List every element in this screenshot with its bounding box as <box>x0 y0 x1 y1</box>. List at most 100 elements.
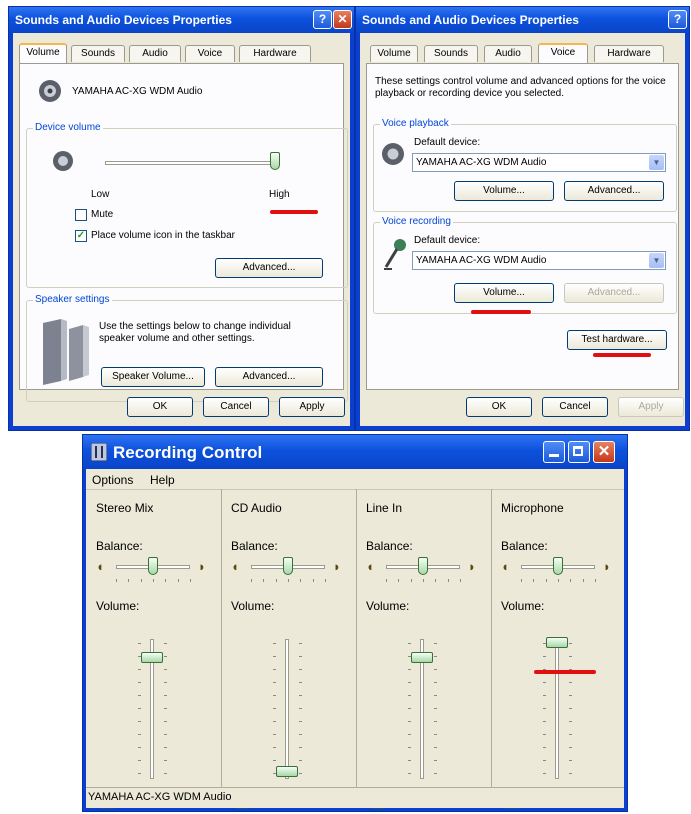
tab-audio[interactable]: Audio <box>129 45 181 62</box>
mute-label: Mute <box>91 209 114 220</box>
slider-tick <box>582 579 584 582</box>
menu-options[interactable]: Options <box>92 473 133 487</box>
help-button[interactable]: ? <box>313 10 332 29</box>
slider-tick <box>273 734 276 735</box>
recording-device-select[interactable]: YAMAHA AC-XG WDM Audio ▼ <box>412 251 666 270</box>
slider-tick <box>164 682 167 683</box>
title-bar[interactable]: Recording Control ✕ <box>83 435 627 469</box>
slider-tick <box>569 734 572 735</box>
apply-button[interactable]: Apply <box>279 397 345 417</box>
tab-volume[interactable]: Volume <box>370 45 418 62</box>
slider-tick <box>434 721 437 722</box>
default-device-label: Default device: <box>414 235 481 246</box>
tab-volume[interactable]: Volume <box>19 43 67 63</box>
highlight-underline <box>593 353 651 357</box>
slider-tick <box>543 708 546 709</box>
channel-name: CD Audio <box>231 501 282 515</box>
test-hardware-button[interactable]: Test hardware... <box>567 330 667 350</box>
slider-tick <box>138 669 141 670</box>
speaker-volume-button[interactable]: Speaker Volume... <box>101 367 205 387</box>
speaker-left-icon: ◖ <box>501 559 509 574</box>
slider-tick <box>569 708 572 709</box>
tab-audio[interactable]: Audio <box>484 45 532 62</box>
title-bar[interactable]: Sounds and Audio Devices Properties ? <box>356 7 689 33</box>
window-title: Sounds and Audio Devices Properties <box>362 13 579 27</box>
speaker-advanced-button[interactable]: Advanced... <box>215 367 323 387</box>
help-button[interactable]: ? <box>668 10 687 29</box>
slider-tick <box>251 579 252 582</box>
advanced-button[interactable]: Advanced... <box>215 258 323 278</box>
balance-slider-thumb[interactable] <box>283 557 293 575</box>
mute-checkbox[interactable] <box>75 209 87 221</box>
ok-button[interactable]: OK <box>127 397 193 417</box>
slider-tick <box>300 579 302 582</box>
chevron-down-icon[interactable]: ▼ <box>649 253 664 268</box>
taskbar-icon-checkbox[interactable]: ✓ <box>75 230 87 242</box>
recording-volume-button[interactable]: Volume... <box>454 283 554 303</box>
slider-tick <box>138 682 141 683</box>
slider-tick <box>543 656 546 657</box>
minimize-button[interactable] <box>543 441 565 463</box>
volume-low-label: Low <box>91 189 110 200</box>
slider-tick <box>434 760 437 761</box>
slider-tick <box>408 747 411 748</box>
balance-slider-thumb[interactable] <box>148 557 158 575</box>
tab-hardware[interactable]: Hardware <box>239 45 311 62</box>
playback-advanced-button[interactable]: Advanced... <box>564 181 664 201</box>
menu-help[interactable]: Help <box>150 473 175 487</box>
slider-tick <box>299 773 302 774</box>
speaker-icon <box>382 143 404 165</box>
close-button[interactable]: ✕ <box>333 10 352 29</box>
mixer-icon <box>91 443 107 461</box>
close-button[interactable]: ✕ <box>593 441 615 463</box>
volume-slider-thumb[interactable] <box>411 652 433 664</box>
slider-tick <box>164 669 167 670</box>
tab-panel-voice: These settings control volume and advanc… <box>366 63 679 390</box>
slider-tick <box>164 760 167 761</box>
slider-tick <box>164 643 167 644</box>
maximize-button[interactable] <box>568 441 590 463</box>
chevron-down-icon[interactable]: ▼ <box>649 155 664 170</box>
balance-slider-thumb[interactable] <box>553 557 563 575</box>
slider-tick <box>434 708 437 709</box>
device-volume-slider[interactable] <box>105 149 280 179</box>
volume-slider-thumb[interactable] <box>276 766 298 777</box>
slider-tick <box>140 579 142 582</box>
slider-tick <box>177 579 179 582</box>
mixer-column: Line InBalance:◖◗Volume:Select <box>356 489 492 809</box>
cancel-button[interactable]: Cancel <box>203 397 269 417</box>
slider-tick <box>569 760 572 761</box>
slider-tick <box>408 760 411 761</box>
recording-advanced-button[interactable]: Advanced... <box>564 283 664 303</box>
slider-tick <box>299 721 302 722</box>
tab-voice[interactable]: Voice <box>538 43 588 63</box>
recording-control-window: Recording Control ✕ Options Help Stereo … <box>82 434 628 812</box>
volume-label: Volume: <box>501 599 545 613</box>
tab-sounds[interactable]: Sounds <box>71 45 125 62</box>
title-bar[interactable]: Sounds and Audio Devices Properties ? ✕ <box>9 7 354 33</box>
tab-hardware[interactable]: Hardware <box>594 45 664 62</box>
volume-slider-thumb[interactable] <box>141 652 163 664</box>
tab-sounds[interactable]: Sounds <box>424 45 478 62</box>
slider-tick <box>398 579 400 582</box>
volume-label: Volume: <box>231 599 275 613</box>
slider-tick <box>138 721 141 722</box>
slider-thumb[interactable] <box>270 152 280 170</box>
volume-slider-thumb[interactable] <box>546 637 568 648</box>
ok-button[interactable]: OK <box>466 397 532 417</box>
slider-tick <box>152 579 154 582</box>
balance-slider-thumb[interactable] <box>418 557 428 575</box>
cancel-button[interactable]: Cancel <box>542 397 608 417</box>
tab-voice[interactable]: Voice <box>185 45 235 62</box>
slider-tick <box>287 579 289 582</box>
dialog-body: Volume Sounds Audio Voice Hardware YAMAH… <box>13 33 350 426</box>
device-name: YAMAHA AC-XG WDM Audio <box>72 86 203 97</box>
slider-track <box>105 161 275 165</box>
playback-device-select[interactable]: YAMAHA AC-XG WDM Audio ▼ <box>412 153 666 172</box>
speaker-left-icon: ◖ <box>366 559 374 574</box>
tab-panel-volume: YAMAHA AC-XG WDM Audio Device volume Low… <box>19 63 348 402</box>
apply-button[interactable]: Apply <box>618 397 684 417</box>
slider-tick <box>543 773 546 774</box>
playback-volume-button[interactable]: Volume... <box>454 181 554 201</box>
slider-tick <box>408 708 411 709</box>
